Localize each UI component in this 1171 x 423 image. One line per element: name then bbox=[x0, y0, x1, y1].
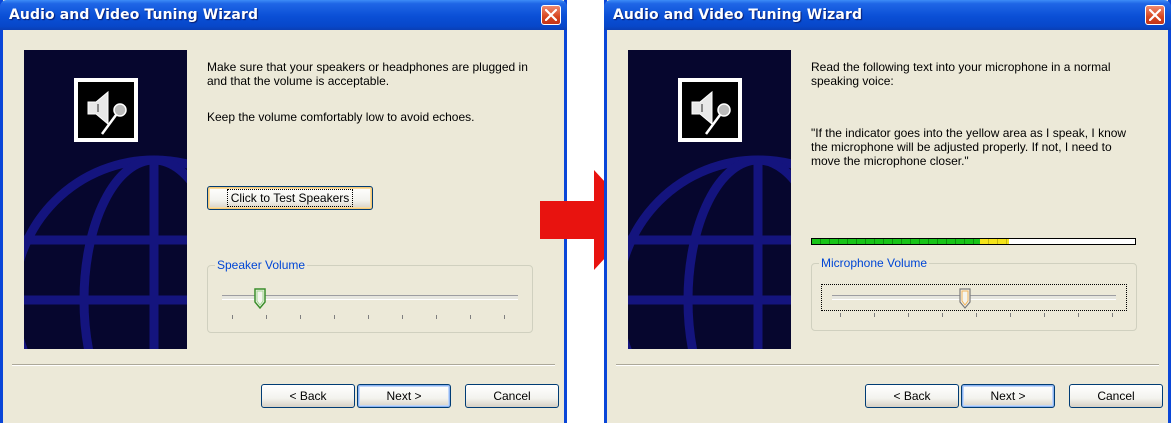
slider-tick bbox=[300, 315, 301, 319]
title-bar[interactable]: Audio and Video Tuning Wizard bbox=[0, 0, 567, 30]
speaker-microphone-icon bbox=[678, 78, 742, 142]
slider-tick bbox=[470, 315, 471, 319]
reading-passage: "If the indicator goes into the yellow a… bbox=[811, 126, 1127, 168]
button-separator bbox=[12, 364, 555, 366]
close-icon bbox=[545, 9, 557, 21]
next-button[interactable]: Next > bbox=[357, 384, 451, 408]
window-title: Audio and Video Tuning Wizard bbox=[9, 7, 259, 23]
audio-level-meter bbox=[811, 238, 1136, 245]
back-button[interactable]: < Back bbox=[865, 384, 959, 408]
slider-tick bbox=[908, 313, 909, 317]
window-title: Audio and Video Tuning Wizard bbox=[613, 7, 863, 23]
slider-tick bbox=[368, 315, 369, 319]
close-icon bbox=[1149, 9, 1161, 21]
meter-green-segment bbox=[812, 239, 980, 244]
speaker-microphone-icon bbox=[74, 78, 138, 142]
slider-tick bbox=[266, 315, 267, 319]
slider-tick bbox=[874, 313, 875, 317]
close-button[interactable] bbox=[541, 5, 561, 25]
slider-tick bbox=[504, 315, 505, 319]
slider-tick bbox=[1078, 313, 1079, 317]
slider-tick bbox=[402, 315, 403, 319]
cancel-button[interactable]: Cancel bbox=[1069, 384, 1163, 408]
speaker-test-dialog: Audio and Video Tuning Wizard Make sure … bbox=[0, 0, 567, 423]
speaker-volume-group: Speaker Volume bbox=[207, 258, 533, 333]
microphone-volume-slider[interactable] bbox=[821, 284, 1127, 311]
slider-tick bbox=[334, 315, 335, 319]
next-button[interactable]: Next > bbox=[961, 384, 1055, 408]
slider-tick bbox=[942, 313, 943, 317]
slider-tick bbox=[1044, 313, 1045, 317]
microphone-test-dialog: Audio and Video Tuning Wizard Read the f… bbox=[604, 0, 1171, 423]
slider-tick bbox=[976, 313, 977, 317]
speaker-volume-thumb[interactable] bbox=[254, 288, 266, 310]
button-separator bbox=[616, 364, 1159, 366]
echo-note: Keep the volume comfortably low to avoid… bbox=[207, 110, 475, 124]
slider-tick bbox=[1112, 313, 1113, 317]
slider-tick bbox=[232, 315, 233, 319]
wizard-side-panel bbox=[628, 50, 791, 349]
back-button[interactable]: < Back bbox=[261, 384, 355, 408]
speaker-volume-label: Speaker Volume bbox=[215, 258, 308, 272]
cancel-button[interactable]: Cancel bbox=[465, 384, 559, 408]
microphone-volume-group: Microphone Volume bbox=[811, 256, 1137, 331]
microphone-instructions: Read the following text into your microp… bbox=[811, 60, 1111, 88]
speaker-volume-slider[interactable] bbox=[222, 295, 518, 300]
wizard-side-panel bbox=[24, 50, 187, 349]
microphone-volume-label: Microphone Volume bbox=[819, 256, 930, 270]
close-button[interactable] bbox=[1145, 5, 1165, 25]
speaker-instructions: Make sure that your speakers or headphon… bbox=[207, 60, 528, 88]
slider-tick bbox=[436, 315, 437, 319]
microphone-volume-thumb[interactable] bbox=[959, 288, 971, 310]
test-speakers-label: Click to Test Speakers bbox=[226, 189, 354, 207]
title-bar[interactable]: Audio and Video Tuning Wizard bbox=[604, 0, 1171, 30]
slider-tick bbox=[840, 313, 841, 317]
meter-yellow-segment bbox=[979, 239, 1010, 244]
test-speakers-button[interactable]: Click to Test Speakers bbox=[207, 186, 373, 210]
slider-tick bbox=[1010, 313, 1011, 317]
